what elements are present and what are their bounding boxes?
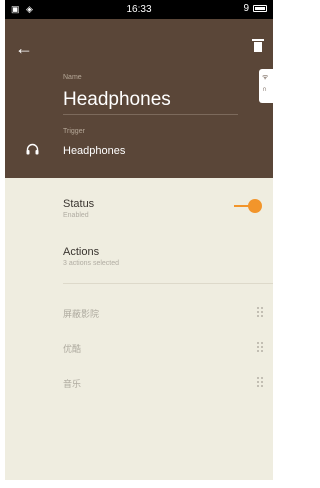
- toggle-knob: [248, 199, 262, 213]
- trigger-label: Trigger: [63, 128, 85, 135]
- drag-handle-icon[interactable]: [257, 342, 263, 352]
- action-label: 音乐: [63, 379, 82, 389]
- status-title[interactable]: Status: [63, 198, 94, 210]
- signal-indicator: 9: [243, 3, 249, 14]
- actions-subtitle: 3 actions selected: [63, 260, 120, 267]
- delete-icon[interactable]: [252, 39, 264, 52]
- list-item[interactable]: 屏蔽影院: [63, 307, 263, 321]
- headphones-icon: [26, 143, 39, 155]
- status-subtitle: Enabled: [63, 212, 89, 219]
- headphones-small-icon: ∩: [262, 86, 268, 93]
- status-right: 9: [243, 3, 267, 14]
- back-arrow-icon[interactable]: ←: [15, 39, 33, 57]
- name-field[interactable]: Headphones: [63, 89, 171, 111]
- action-label: 屏蔽影院: [63, 309, 100, 319]
- actions-title[interactable]: Actions: [63, 246, 99, 258]
- list-item[interactable]: 音乐: [63, 377, 263, 391]
- trigger-value[interactable]: Headphones: [63, 145, 125, 157]
- drag-handle-icon[interactable]: [257, 307, 263, 317]
- side-quick-panel[interactable]: ᯤ ∩: [259, 69, 273, 103]
- header: ← Name Headphones ᯤ ∩ Trigger Headphones: [5, 19, 273, 178]
- app-screen: ▣ ◈ 16:33 9 ← Name Headphones ᯤ ∩ Trigge…: [5, 0, 273, 480]
- name-label: Name: [63, 74, 82, 81]
- battery-icon: [253, 5, 267, 12]
- status-toggle[interactable]: [234, 199, 262, 213]
- name-field-underline: [63, 114, 238, 115]
- list-item[interactable]: 优酷: [63, 342, 263, 356]
- action-label: 优酷: [63, 344, 82, 354]
- drag-handle-icon[interactable]: [257, 377, 263, 387]
- divider: [63, 283, 273, 284]
- status-bar: ▣ ◈ 16:33 9: [5, 0, 273, 19]
- wifi-icon: ᯤ: [262, 74, 269, 81]
- status-time: 16:33: [126, 4, 152, 15]
